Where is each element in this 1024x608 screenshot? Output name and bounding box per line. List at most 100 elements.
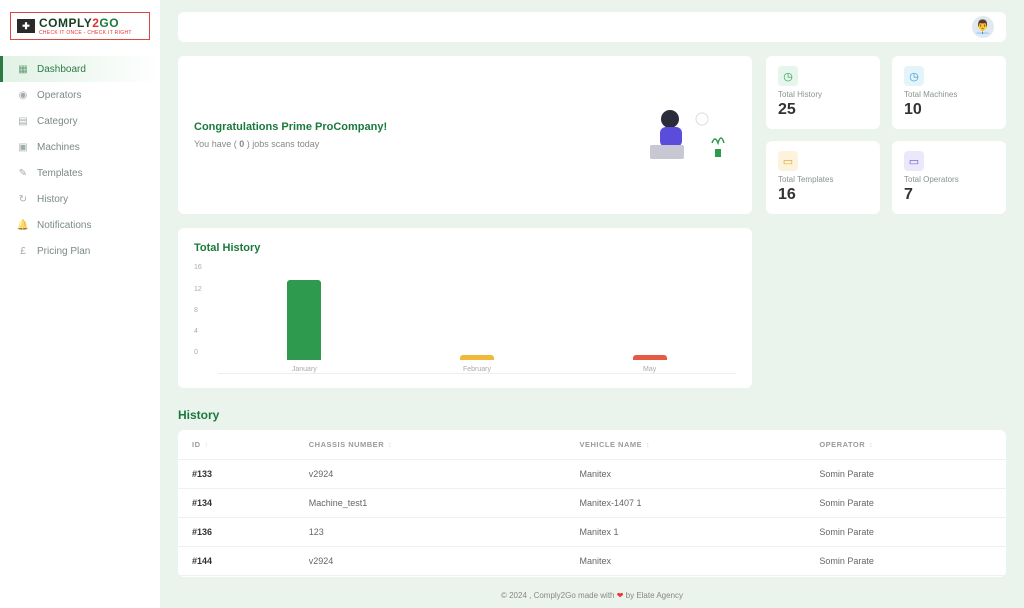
- welcome-card: Congratulations Prime ProCompany! You ha…: [178, 56, 752, 214]
- cell-chassis: 123: [295, 518, 566, 547]
- sidebar-item-label: Operators: [37, 90, 81, 101]
- cell-id: #136: [178, 518, 295, 547]
- bar-rect: [633, 355, 667, 361]
- stat-card-operators: ▭ Total Operators 7: [892, 141, 1006, 214]
- cell-chassis: v2924: [295, 547, 566, 576]
- brand-tagline: CHECK IT ONCE - CHECK IT RIGHT: [39, 30, 132, 36]
- sort-icon: ↕: [646, 442, 650, 449]
- stat-card-history: ◷ Total History 25: [766, 56, 880, 129]
- stat-card-machines: ◷ Total Machines 10: [892, 56, 1006, 129]
- history-icon: ↻: [17, 193, 29, 205]
- cell-vehicle: Manitex-1407 1: [565, 489, 805, 518]
- sidebar-item-label: History: [37, 194, 68, 205]
- sidebar-nav: ▦ Dashboard ◉ Operators ▤ Category ▣ Machine…: [0, 56, 160, 264]
- chart-bar: February: [437, 355, 517, 374]
- chart-y-axis: 16 12 8 4 0: [194, 264, 202, 356]
- stat-card-templates: ▭ Total Templates 16: [766, 141, 880, 214]
- table-row[interactable]: #144v2924ManitexSomin Parate: [178, 547, 1006, 576]
- cell-chassis: Machine_test1: [295, 489, 566, 518]
- stat-grid: ◷ Total History 25 ◷ Total Machines 10 ▭…: [766, 56, 1006, 214]
- sort-icon: ↕: [388, 442, 392, 449]
- brand-part3: GO: [99, 16, 119, 30]
- stat-label: Total Operators: [904, 175, 994, 184]
- column-operator[interactable]: OPERATOR↕: [805, 430, 1006, 460]
- pricing-icon: £: [17, 245, 29, 257]
- stat-value: 10: [904, 101, 994, 119]
- sort-icon: ↕: [869, 442, 873, 449]
- bar-label: January: [292, 366, 317, 373]
- cell-id: #144: [178, 547, 295, 576]
- welcome-illustration: [616, 105, 736, 165]
- sidebar-item-label: Dashboard: [37, 64, 86, 75]
- table-row[interactable]: #136123Manitex 1Somin Parate: [178, 518, 1006, 547]
- sidebar-item-operators[interactable]: ◉ Operators: [0, 82, 160, 108]
- bar-rect: [460, 355, 494, 361]
- sidebar-item-machines[interactable]: ▣ Machines: [0, 134, 160, 160]
- templates-icon: ✎: [17, 167, 29, 179]
- column-chassis[interactable]: CHASSIS NUMBER↕: [295, 430, 566, 460]
- operators-icon: ◉: [17, 89, 29, 101]
- sidebar-item-label: Templates: [37, 168, 83, 179]
- history-table-card: ID↑ CHASSIS NUMBER↕ VEHICLE NAME↕ OPERAT…: [178, 430, 1006, 577]
- chart-bar: May: [610, 355, 690, 374]
- history-heading: History: [178, 408, 1006, 422]
- stat-value: 7: [904, 186, 994, 204]
- sidebar-item-notifications[interactable]: 🔔 Notifications: [0, 212, 160, 238]
- cell-vehicle: Manitex 1: [565, 518, 805, 547]
- stat-label: Total Machines: [904, 90, 994, 99]
- notifications-icon: 🔔: [17, 219, 29, 231]
- category-icon: ▤: [17, 115, 29, 127]
- chart-title: Total History: [194, 242, 736, 254]
- cell-vehicle: Manitex: [565, 547, 805, 576]
- cell-operator: Somin Parate: [805, 460, 1006, 489]
- bar-rect: [287, 280, 321, 361]
- sidebar-item-label: Notifications: [37, 220, 91, 231]
- user-avatar[interactable]: 👨‍💼: [972, 16, 994, 38]
- sidebar-item-history[interactable]: ↻ History: [0, 186, 160, 212]
- stat-label: Total Templates: [778, 175, 868, 184]
- card-icon: ▭: [904, 151, 924, 171]
- clock-icon: ◷: [778, 66, 798, 86]
- table-row[interactable]: #133v2924ManitexSomin Parate: [178, 460, 1006, 489]
- sidebar: ✚ COMPLY2GO CHECK IT ONCE - CHECK IT RIG…: [0, 0, 160, 608]
- chart-bar: January: [264, 280, 344, 374]
- sidebar-item-label: Category: [37, 116, 78, 127]
- machines-icon: ▣: [17, 141, 29, 153]
- cell-operator: Somin Parate: [805, 518, 1006, 547]
- sidebar-item-dashboard[interactable]: ▦ Dashboard: [0, 56, 160, 82]
- dashboard-icon: ▦: [17, 63, 29, 75]
- brand-logo: ✚ COMPLY2GO CHECK IT ONCE - CHECK IT RIG…: [10, 12, 150, 40]
- sidebar-item-category[interactable]: ▤ Category: [0, 108, 160, 134]
- cell-operator: Somin Parate: [805, 547, 1006, 576]
- footer: © 2024 , Comply2Go made with ❤ by Elate …: [178, 577, 1006, 600]
- cell-chassis: v2924: [295, 460, 566, 489]
- sort-icon: ↑: [205, 442, 209, 449]
- sidebar-item-label: Machines: [37, 142, 80, 153]
- cell-id: #134: [178, 489, 295, 518]
- welcome-title: Congratulations Prime ProCompany!: [194, 121, 387, 133]
- welcome-subtitle: You have ( 0 ) jobs scans today: [194, 139, 387, 149]
- column-vehicle[interactable]: VEHICLE NAME↕: [565, 430, 805, 460]
- chart-area: 16 12 8 4 0 January February May: [194, 264, 736, 374]
- bar-label: May: [643, 366, 656, 373]
- card-icon: ▭: [778, 151, 798, 171]
- main-content: 👨‍💼 Congratulations Prime ProCompany! Yo…: [160, 0, 1024, 608]
- logo-badge-icon: ✚: [17, 19, 35, 33]
- cell-vehicle: Manitex: [565, 460, 805, 489]
- sidebar-item-label: Pricing Plan: [37, 246, 90, 257]
- sidebar-item-pricing[interactable]: £ Pricing Plan: [0, 238, 160, 264]
- brand-part1: COMPLY: [39, 16, 92, 30]
- column-id[interactable]: ID↑: [178, 430, 295, 460]
- bar-label: February: [463, 366, 491, 373]
- chart-bars: January February May: [218, 282, 736, 374]
- chart-card: Total History 16 12 8 4 0 January Februar…: [178, 228, 752, 388]
- stat-label: Total History: [778, 90, 868, 99]
- stat-value: 25: [778, 101, 868, 119]
- history-table: ID↑ CHASSIS NUMBER↕ VEHICLE NAME↕ OPERAT…: [178, 430, 1006, 577]
- topbar: 👨‍💼: [178, 12, 1006, 42]
- cell-id: #133: [178, 460, 295, 489]
- clock-icon: ◷: [904, 66, 924, 86]
- stat-value: 16: [778, 186, 868, 204]
- table-row[interactable]: #134Machine_test1Manitex-1407 1Somin Par…: [178, 489, 1006, 518]
- sidebar-item-templates[interactable]: ✎ Templates: [0, 160, 160, 186]
